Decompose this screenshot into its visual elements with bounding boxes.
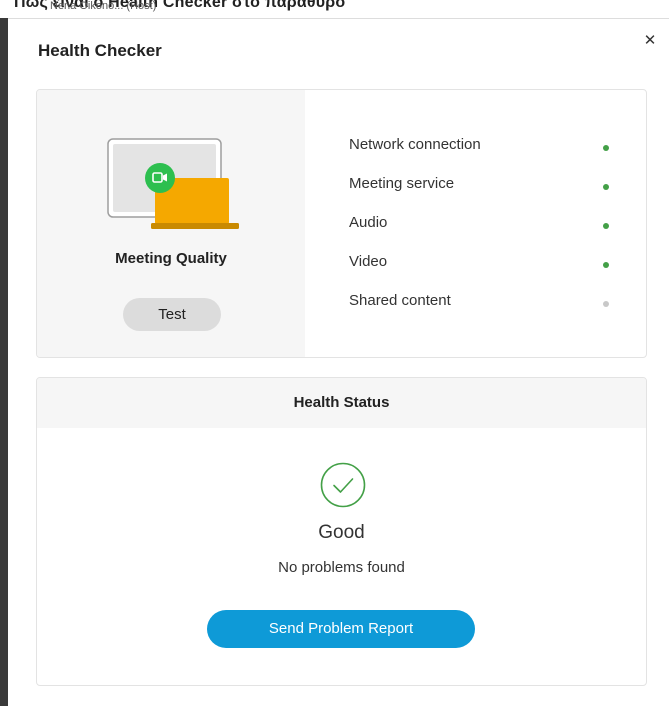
background-participant: Nena Oikono... (Host) xyxy=(50,0,157,12)
check-shared-content: Shared content xyxy=(349,292,629,314)
meeting-quality-card: Meeting Quality Test Network connection … xyxy=(36,89,647,358)
status-dot xyxy=(603,223,609,229)
status-dot xyxy=(603,184,609,190)
health-checker-dialog: Health Checker ✕ Meeting Quality Test Ne… xyxy=(8,18,669,707)
check-circle-icon xyxy=(320,462,366,508)
status-dot xyxy=(603,262,609,268)
check-network-connection: Network connection xyxy=(349,136,629,158)
test-button[interactable]: Test xyxy=(123,298,221,331)
check-label: Network connection xyxy=(349,136,481,153)
background-window: Πώς είναι ο Health Checker στο παράθυρο … xyxy=(0,0,669,18)
health-status-message: No problems found xyxy=(278,559,405,576)
status-dot xyxy=(603,145,609,151)
check-label: Shared content xyxy=(349,292,451,309)
meeting-quality-label: Meeting Quality xyxy=(115,250,227,267)
check-label: Video xyxy=(349,253,388,270)
check-audio: Audio xyxy=(349,214,629,236)
check-meeting-service: Meeting service xyxy=(349,175,629,197)
meeting-quality-panel: Meeting Quality Test xyxy=(37,90,305,357)
health-status-value: Good xyxy=(318,522,365,543)
laptop-video-icon xyxy=(107,138,239,229)
status-dot xyxy=(603,301,609,307)
health-status-card: Health Status Good No problems found Sen… xyxy=(36,377,647,686)
background-window-edge xyxy=(0,18,8,706)
close-icon[interactable]: ✕ xyxy=(644,32,657,49)
send-problem-report-button[interactable]: Send Problem Report xyxy=(207,610,475,648)
check-label: Audio xyxy=(349,214,388,231)
health-check-list: Network connection Meeting service Audio… xyxy=(349,90,646,357)
close-button[interactable]: ✕ xyxy=(640,31,660,51)
check-label: Meeting service xyxy=(349,175,455,192)
dialog-title: Health Checker xyxy=(38,41,162,60)
check-video: Video xyxy=(349,253,629,275)
health-status-header: Health Status xyxy=(37,378,646,428)
